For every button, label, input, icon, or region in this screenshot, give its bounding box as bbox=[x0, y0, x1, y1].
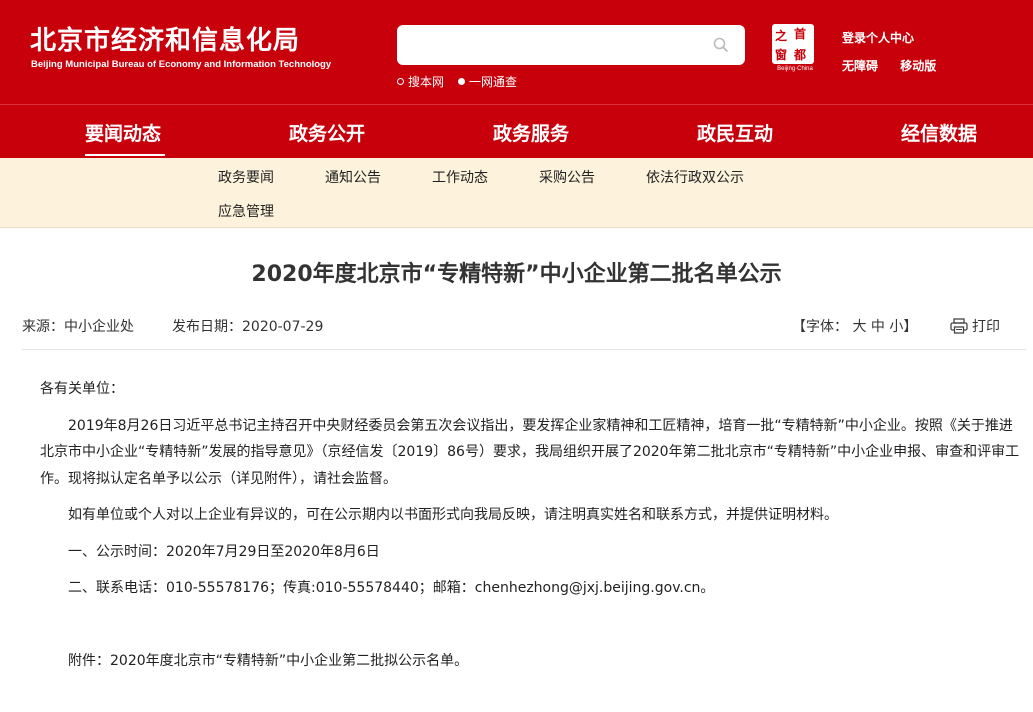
sub-nav: 政务要闻 通知公告 工作动态 采购公告 依法行政双公示 应急管理 bbox=[0, 158, 1033, 228]
capital-char-4: 都 bbox=[794, 48, 807, 62]
search-scope-site[interactable]: 搜本网 bbox=[397, 73, 444, 90]
subnav-item-government-news[interactable]: 政务要闻 bbox=[218, 167, 274, 187]
nav-item-services[interactable]: 政务服务 bbox=[493, 119, 569, 146]
radio-checked-icon bbox=[458, 78, 466, 85]
nav-item-open-affairs[interactable]: 政务公开 bbox=[289, 119, 365, 146]
date-value: 2020-07-29 bbox=[242, 319, 324, 335]
radio-unchecked-icon bbox=[397, 78, 404, 85]
search-scope-options: 搜本网 一网通查 bbox=[397, 73, 517, 90]
top-links: 登录个人中心 无障碍 移动版 bbox=[842, 29, 954, 85]
nav-item-news[interactable]: 要闻动态 bbox=[85, 119, 161, 146]
date-label: 发布日期： bbox=[172, 319, 242, 335]
article-body: 各有关单位： 2019年8月26日习近平总书记主持召开中央财经委员会第五次会议指… bbox=[40, 376, 1022, 674]
source-value: 中小企业处 bbox=[64, 319, 134, 335]
subnav-item-work-updates[interactable]: 工作动态 bbox=[432, 167, 488, 187]
capital-window-logo[interactable]: 之 首 窗 都 Beijing·China bbox=[772, 24, 818, 76]
site-logo-title[interactable]: 北京市经济和信息化局 bbox=[30, 20, 300, 57]
article-source: 来源：中小企业处 bbox=[22, 316, 134, 336]
subnav-item-administrative-disclosure[interactable]: 依法行政双公示 bbox=[646, 167, 744, 187]
search-scope-all-label: 一网通查 bbox=[469, 75, 518, 89]
font-size-medium[interactable]: 中 bbox=[871, 319, 885, 335]
source-label: 来源： bbox=[22, 319, 64, 335]
font-size-switcher: 【字体： 大 中 小】 bbox=[792, 316, 917, 336]
main-nav: 要闻动态 政务公开 政务服务 政民互动 经信数据 bbox=[0, 104, 1033, 158]
paragraph-period: 一、公示时间：2020年7月29日至2020年8月6日 bbox=[68, 543, 380, 560]
subnav-item-notices[interactable]: 通知公告 bbox=[325, 167, 381, 187]
capital-window-emblem: 之 首 窗 都 bbox=[772, 24, 814, 64]
font-size-label: 【字体： bbox=[792, 319, 848, 335]
attachment-line[interactable]: 附件：2020年度北京市“专精特新”中小企业第二批拟公示名单。 bbox=[40, 648, 1022, 675]
capital-char-1: 之 bbox=[775, 29, 788, 43]
capital-char-2: 首 bbox=[794, 27, 807, 41]
login-link[interactable]: 登录个人中心 bbox=[842, 29, 954, 46]
article-date: 发布日期：2020-07-29 bbox=[172, 316, 323, 336]
mobile-version-link[interactable]: 移动版 bbox=[900, 59, 936, 73]
nav-item-interaction[interactable]: 政民互动 bbox=[697, 119, 773, 146]
search-icon[interactable] bbox=[713, 37, 729, 53]
subnav-item-procurement[interactable]: 采购公告 bbox=[539, 167, 595, 187]
salutation: 各有关单位： bbox=[40, 381, 124, 397]
accessibility-link[interactable]: 无障碍 bbox=[842, 59, 878, 73]
search-scope-all[interactable]: 一网通查 bbox=[458, 73, 517, 90]
paragraph-objection: 如有单位或个人对以上企业有异议的，可在公示期内以书面形式向我局反映，请注明真实姓… bbox=[68, 507, 838, 523]
capital-char-3: 窗 bbox=[775, 48, 788, 62]
font-size-large[interactable]: 大 bbox=[852, 319, 866, 335]
nav-item-data[interactable]: 经信数据 bbox=[901, 119, 977, 146]
article-title: 2020年度北京市“专精特新”中小企业第二批名单公示 bbox=[251, 262, 782, 287]
paragraph-intro: 2019年8月26日习近平总书记主持召开中央财经委员会第五次会议指出，要发挥企业… bbox=[40, 417, 1020, 487]
font-size-close: 】 bbox=[903, 319, 918, 335]
paragraph-contact: 二、联系电话：010-55578176；传真:010-55578440；邮箱：c… bbox=[68, 580, 715, 596]
font-size-small[interactable]: 小 bbox=[889, 319, 903, 335]
print-button[interactable]: 打印 bbox=[950, 316, 1000, 336]
search-scope-site-label: 搜本网 bbox=[408, 75, 445, 89]
site-header: 北京市经济和信息化局 Beijing Municipal Bureau of E… bbox=[0, 0, 1033, 104]
printer-icon bbox=[950, 318, 968, 334]
capital-window-subtitle: Beijing·China bbox=[777, 66, 813, 72]
search-input[interactable] bbox=[397, 25, 745, 65]
print-label: 打印 bbox=[972, 319, 1000, 335]
subnav-item-emergency[interactable]: 应急管理 bbox=[218, 201, 274, 221]
nav-active-indicator bbox=[85, 154, 165, 156]
meta-divider bbox=[22, 349, 1026, 350]
site-logo-subtitle[interactable]: Beijing Municipal Bureau of Economy and … bbox=[31, 59, 331, 70]
